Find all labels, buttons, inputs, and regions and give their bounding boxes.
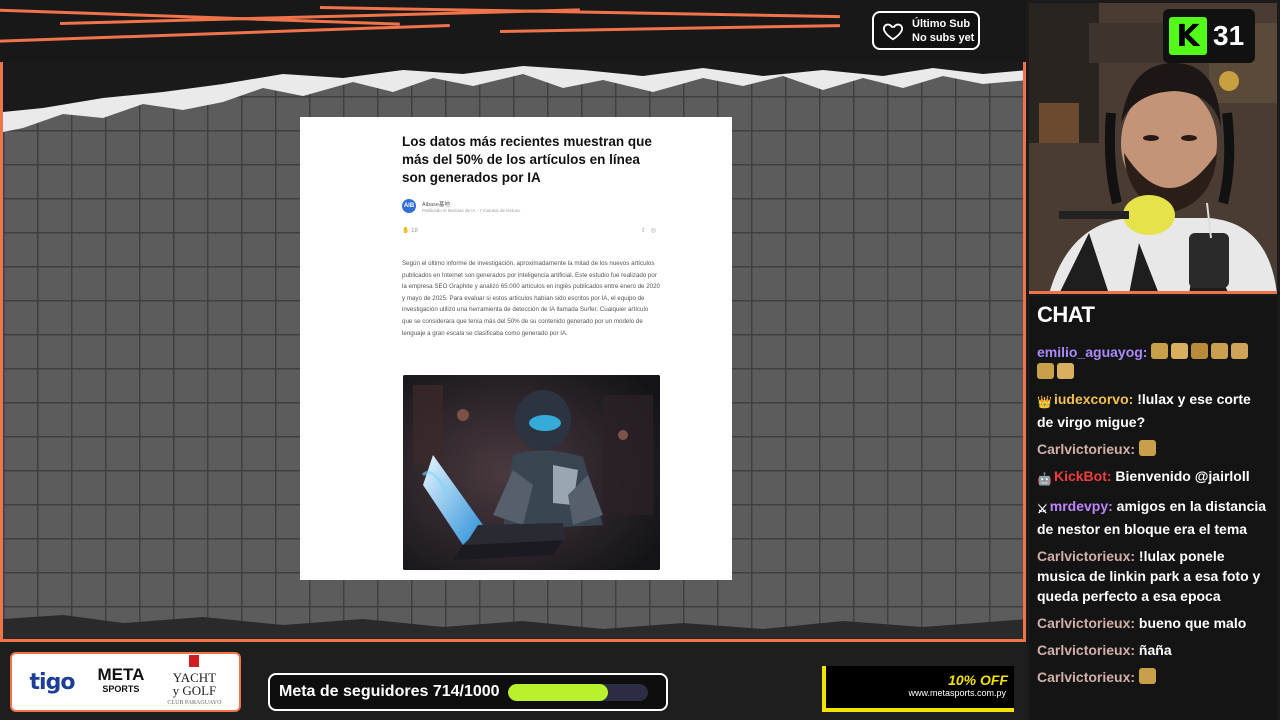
promo-url: www.metasports.com.py (908, 688, 1006, 698)
kick-logo-icon: K (1169, 17, 1207, 55)
stream-overlay: Último Sub No subs yet Los datos más rec… (0, 0, 1280, 720)
yacht-logo-text: YACHT (172, 669, 217, 685)
sponsor-panel: tigo META SPORTS YACHT y GOLF CLUB PARAG… (10, 652, 241, 712)
sports-logo-text: SPORTS (102, 684, 140, 694)
yacht-golf-logo: YACHT y GOLF CLUB PARAGUAYO (167, 654, 222, 710)
chat-messages: emilio_aguayog: 👑 iudexcorvo: !lulax y es… (1037, 342, 1269, 687)
chat-text: Bienvenido @jairloll (1111, 468, 1250, 484)
emote-icon (1138, 668, 1156, 684)
play-icon[interactable]: ◎ (651, 228, 656, 234)
chat-message: Carlvictorieux: !lulax ponele musica de … (1037, 546, 1269, 606)
chat-username[interactable]: Carlvictorieux: (1037, 642, 1135, 658)
article-body: Según el último informe de investigación… (402, 260, 660, 337)
follower-goal-label: Meta de seguidores 714/1000 (279, 683, 500, 700)
emote-icon (1138, 440, 1156, 456)
author-name: Aibase基地 (422, 201, 450, 208)
chat-text: bueno que malo (1135, 615, 1247, 631)
crown-icon: 👑 (1037, 395, 1052, 409)
reactions[interactable]: ✋ 18 (402, 227, 418, 234)
chat-username[interactable]: iudexcorvo: (1054, 391, 1133, 407)
chat-username[interactable]: emilio_aguayog: (1037, 344, 1147, 360)
chat-message: 🤖 KickBot: Bienvenido @jairloll (1037, 466, 1269, 489)
emote-icon (1231, 343, 1249, 359)
tigo-logo: tigo (29, 669, 76, 695)
chat-username[interactable]: Carlvictorieux: (1037, 441, 1135, 457)
emote-icon (1057, 363, 1074, 379)
meta-sports-logo: META SPORTS (97, 665, 145, 696)
right-panel: K 31 CHAT emilio_aguayog: 👑 iudexcorvo: !… (1026, 0, 1280, 720)
chat-username[interactable]: KickBot: (1054, 468, 1112, 484)
promo-banner: 10% OFF www.metasports.com.py (822, 666, 1014, 712)
club-logo-text: CLUB PARAGUAYO (167, 699, 222, 706)
sword-icon: ⚔ (1037, 502, 1048, 516)
chat-message: Carlvictorieux: ñaña (1037, 640, 1269, 660)
chat-message: Carlvictorieux: bueno que malo (1037, 613, 1269, 633)
bottom-bar: tigo META SPORTS YACHT y GOLF CLUB PARAG… (0, 639, 1026, 720)
kick-viewer-badge: K 31 (1163, 9, 1255, 63)
author-avatar: AIB (402, 199, 416, 213)
chat-title: CHAT (1037, 302, 1095, 327)
article-title: Los datos más recientes muestran que más… (402, 134, 652, 185)
follower-goal-widget: Meta de seguidores 714/1000 (268, 673, 668, 711)
clap-icon: ✋ (402, 228, 410, 234)
last-sub-widget: Último Sub No subs yet (872, 11, 980, 50)
robot-laptop-image (403, 375, 660, 570)
author-row: AIB Aibase基地 Publicado el Noticias de IA… (402, 199, 656, 213)
share-icon[interactable]: ⇪ (641, 228, 646, 234)
chat-message: ⚔ mrdevpy: amigos en la distancia de nest… (1037, 496, 1269, 539)
article-screenshot: Los datos más recientes muestran que más… (300, 117, 732, 580)
emote-icon (1191, 343, 1209, 359)
chat-message: 👑 iudexcorvo: !lulax y ese corte de virgo… (1037, 389, 1269, 432)
main-scene: Los datos más recientes muestran que más… (0, 62, 1026, 639)
reaction-count: 18 (411, 228, 418, 234)
share-tools: ⇪ ◎ (641, 227, 656, 234)
chat-username[interactable]: Carlvictorieux: (1037, 548, 1135, 564)
chat-message: Carlvictorieux: (1037, 667, 1269, 687)
bot-icon: 🤖 (1037, 472, 1052, 486)
follower-goal-progress (507, 683, 648, 701)
chat-username[interactable]: Carlvictorieux: (1037, 669, 1135, 685)
golf-logo-text: y GOLF (172, 682, 217, 698)
chat-message: Carlvictorieux: (1037, 439, 1269, 459)
meta-logo-text: META (97, 665, 145, 684)
article-meta: Publicado el Noticias de IA · 7 minutos … (422, 207, 523, 213)
webcam-feed: K 31 (1029, 3, 1277, 294)
chat-username[interactable]: mrdevpy: (1050, 498, 1113, 514)
follower-goal-fill (507, 683, 608, 701)
torn-paper-bottom (3, 615, 1023, 639)
emote-icon (1171, 343, 1189, 359)
emote-icon (1151, 343, 1169, 359)
chat-text: ñaña (1135, 642, 1172, 658)
last-sub-title: Último Sub (912, 17, 971, 30)
chat-username[interactable]: Carlvictorieux: (1037, 615, 1135, 631)
emote-icon (1037, 363, 1054, 379)
yacht-crest-icon (189, 654, 200, 667)
chat-message: emilio_aguayog: (1037, 342, 1269, 382)
article-actions: ✋ 18 ⇪ ◎ (402, 227, 656, 234)
promo-headline: 10% OFF (948, 672, 1008, 688)
chat-panel: CHAT emilio_aguayog: 👑 iudexcorvo: !lulax… (1029, 296, 1277, 720)
emote-icon (1211, 343, 1229, 359)
kick-viewer-count: 31 (1213, 20, 1245, 51)
heart-icon (883, 23, 903, 40)
top-bar: Último Sub No subs yet (0, 0, 1026, 62)
last-sub-value: No subs yet (912, 31, 975, 44)
